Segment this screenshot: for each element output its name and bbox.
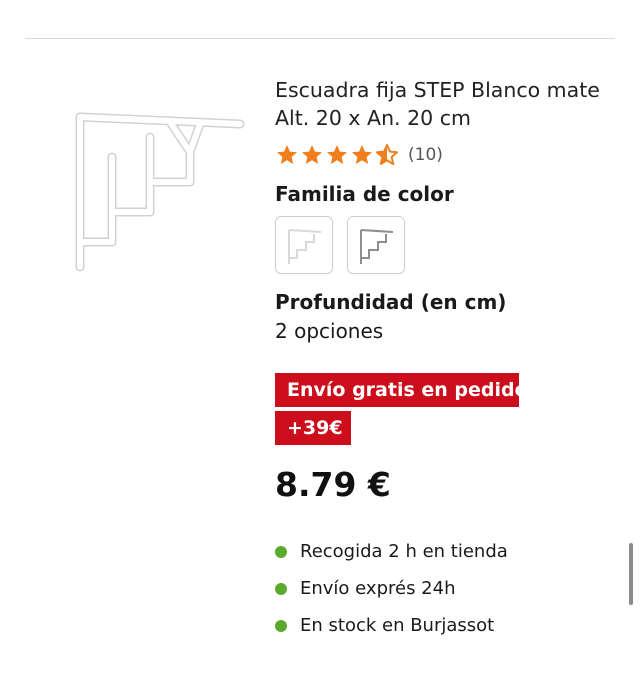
green-dot-icon	[275, 545, 287, 558]
top-divider	[25, 38, 615, 39]
green-dot-icon	[275, 582, 287, 595]
swatch-white[interactable]	[275, 216, 333, 274]
availability-label: Recogida 2 h en tienda	[300, 541, 508, 562]
depth-options[interactable]: 2 opciones	[275, 319, 383, 343]
star-full-icon	[302, 145, 322, 164]
color-family-heading: Familia de color	[275, 182, 454, 206]
star-full-icon	[277, 145, 297, 164]
free-shipping-threshold: +39€	[275, 411, 351, 445]
green-dot-icon	[275, 619, 287, 632]
star-full-icon	[352, 145, 372, 164]
bracket-illustration	[75, 112, 245, 272]
availability-item-express: Envío exprés 24h	[275, 570, 508, 607]
rating-stars	[275, 143, 400, 167]
grey-bracket-thumbnail	[360, 229, 394, 264]
review-count[interactable]: (10)	[408, 145, 443, 165]
product-rating[interactable]: (10)	[275, 143, 443, 167]
free-shipping-banner: Envío gratis en pedidos	[275, 373, 539, 407]
availability-item-stock: En stock en Burjassot	[275, 607, 508, 644]
product-image[interactable]	[60, 92, 255, 282]
star-full-icon	[327, 145, 347, 164]
availability-label: En stock en Burjassot	[300, 615, 495, 636]
swatch-grey[interactable]	[347, 216, 405, 274]
star-half-icon	[376, 144, 398, 165]
availability-label: Envío exprés 24h	[300, 578, 456, 599]
availability-list: Recogida 2 h en tienda Envío exprés 24h …	[275, 533, 508, 644]
product-price: 8.79 €	[275, 465, 391, 504]
depth-heading: Profundidad (en cm)	[275, 290, 507, 314]
product-title-line-2: Alt. 20 x An. 20 cm	[275, 106, 471, 130]
scrollbar-thumb[interactable]	[629, 543, 633, 605]
availability-item-pickup: Recogida 2 h en tienda	[275, 533, 508, 570]
product-title-line-1: Escuadra fija STEP Blanco mate	[275, 78, 600, 102]
product-title[interactable]: Escuadra fija STEP Blanco mate Alt. 20 x…	[275, 76, 615, 132]
color-swatches	[275, 216, 419, 274]
white-bracket-thumbnail	[288, 229, 322, 264]
